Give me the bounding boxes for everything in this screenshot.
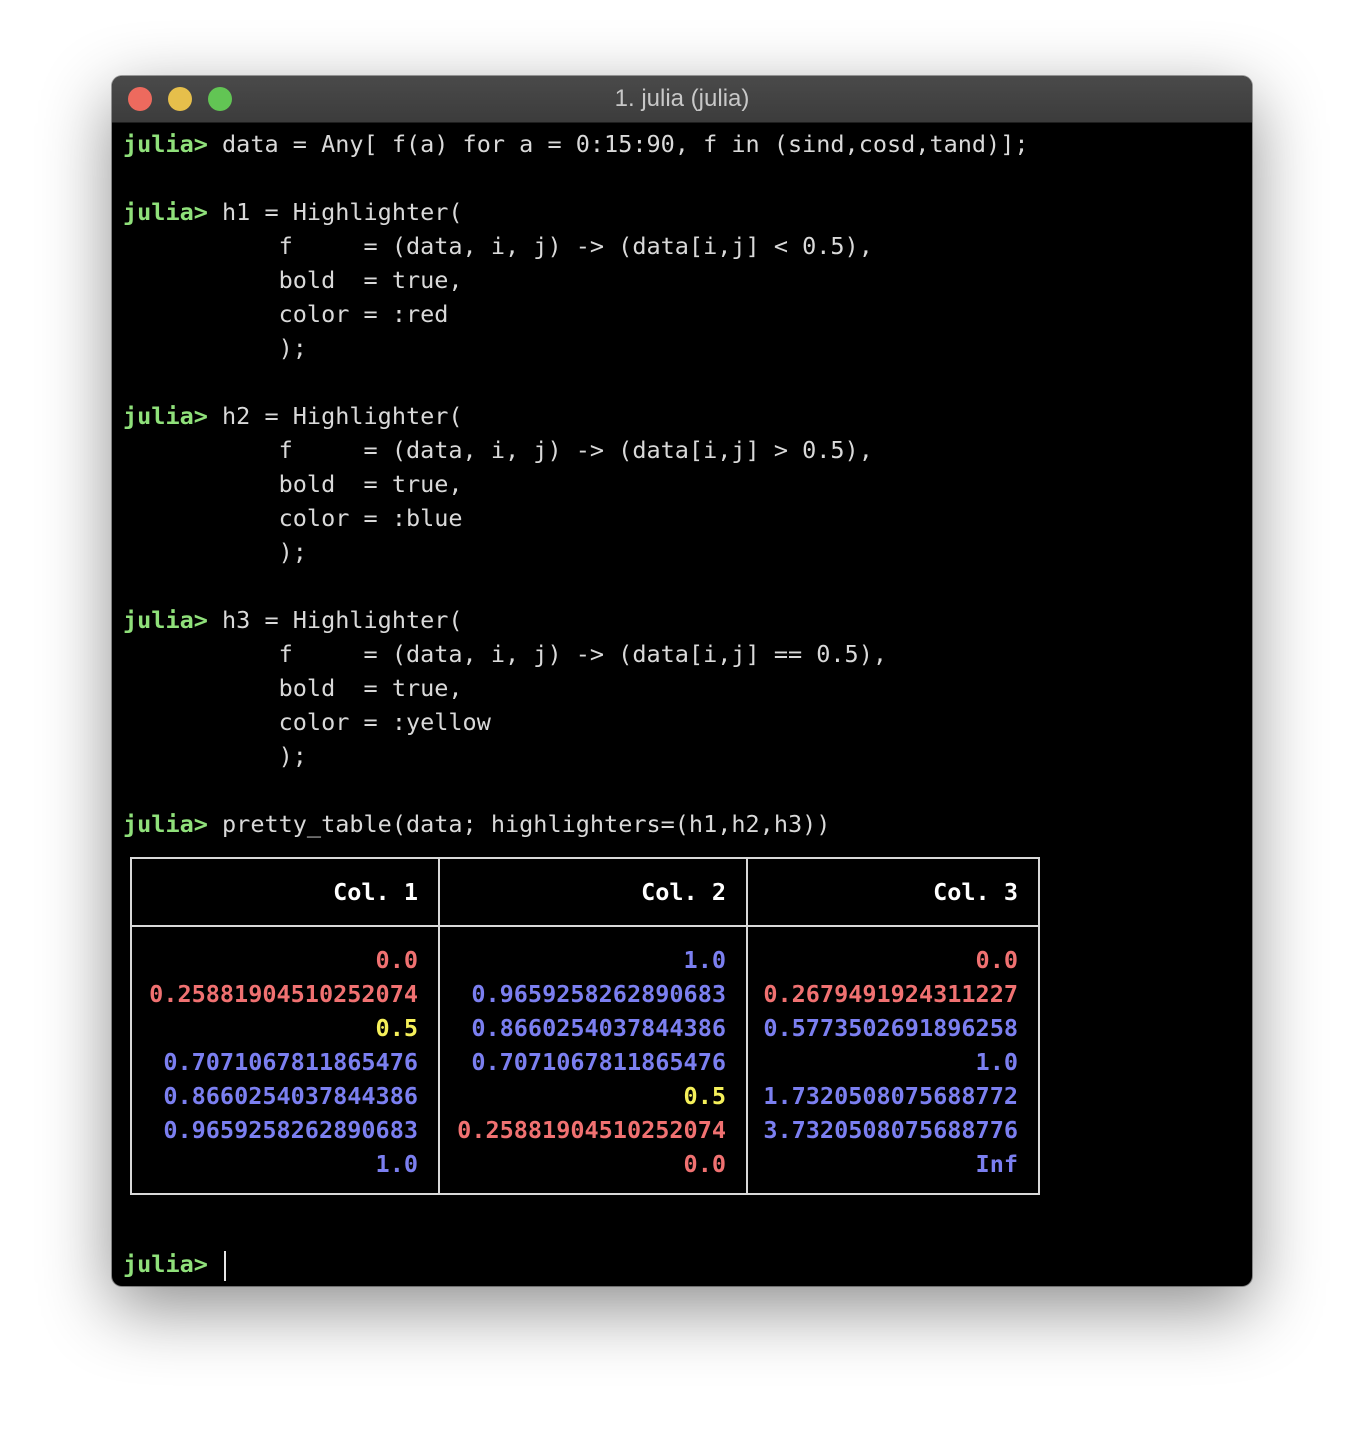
code-text: bold = true,	[123, 674, 463, 702]
window-title: 1. julia (julia)	[614, 85, 750, 112]
repl-input-line: julia> h1 = Highlighter(	[123, 195, 463, 229]
repl-continuation-line: );	[123, 331, 307, 365]
code-text: color = :red	[123, 300, 449, 328]
table-cell: 0.8660254037844386	[471, 1014, 726, 1042]
table-cell: Inf	[975, 1150, 1018, 1178]
table-cell: 1.0	[975, 1048, 1018, 1076]
table-cell: 0.8660254037844386	[163, 1082, 418, 1110]
repl-active-line[interactable]: julia>	[123, 1247, 227, 1281]
repl-prompt: julia>	[123, 810, 208, 838]
code-text: f = (data, i, j) -> (data[i,j] > 0.5),	[123, 436, 873, 464]
table-cell: 0.0	[683, 1150, 726, 1178]
pretty-table: Col. 1 0.0 0.25881904510252074 0.5 0.7071067…	[130, 857, 1040, 1195]
table-cell: 0.0	[375, 946, 418, 974]
table-cell: 1.7320508075688772	[763, 1082, 1018, 1110]
code-text: h1 = Highlighter(	[207, 198, 463, 226]
repl-continuation-line: f = (data, i, j) -> (data[i,j] > 0.5),	[123, 433, 873, 467]
table-cell: 3.7320508075688776	[763, 1116, 1018, 1144]
table-cell: 0.7071067811865476	[471, 1048, 726, 1076]
repl-continuation-line: );	[123, 739, 307, 773]
table-cell: 0.9659258262890683	[471, 980, 726, 1008]
table-cell: 0.25881904510252074	[149, 980, 418, 1008]
repl-prompt: julia>	[123, 606, 208, 634]
table-column: Col. 2 1.0 0.9659258262890683 0.86602540378…	[440, 859, 746, 1193]
code-text: h3 = Highlighter(	[207, 606, 463, 634]
table-column: Col. 1 0.0 0.25881904510252074 0.5 0.7071067…	[132, 859, 438, 1193]
table-cell: 1.0	[375, 1150, 418, 1178]
code-text: bold = true,	[123, 470, 463, 498]
table-cell: 0.0	[975, 946, 1018, 974]
code-text: data = Any[ f(a) for a = 0:15:90, f in (…	[207, 130, 1029, 158]
table-column-values: 0.0 0.2679491924311227 0.5773502691896258 1…	[763, 943, 1018, 1181]
code-text: );	[123, 742, 307, 770]
repl-continuation-line: bold = true,	[123, 671, 463, 705]
repl-continuation-line: color = :red	[123, 297, 449, 331]
table-cell: 0.5	[683, 1082, 726, 1110]
code-text: f = (data, i, j) -> (data[i,j] == 0.5),	[123, 640, 888, 668]
repl-continuation-line: color = :yellow	[123, 705, 491, 739]
table-cell: 0.7071067811865476	[163, 1048, 418, 1076]
table-header-cell: Col. 3	[933, 878, 1018, 906]
table-cell: 0.9659258262890683	[163, 1116, 418, 1144]
repl-prompt: julia>	[123, 130, 208, 158]
code-text: f = (data, i, j) -> (data[i,j] < 0.5),	[123, 232, 873, 260]
repl-continuation-line: );	[123, 535, 307, 569]
code-text: color = :blue	[123, 504, 463, 532]
terminal-window: 1. julia (julia) Col. 1 0.0 0.258819045102…	[112, 76, 1252, 1286]
table-header-cell: Col. 1	[333, 878, 418, 906]
table-column-values: 1.0 0.9659258262890683 0.8660254037844386 0…	[457, 943, 726, 1181]
repl-prompt: julia>	[123, 402, 208, 430]
code-text: );	[123, 334, 307, 362]
code-text: bold = true,	[123, 266, 463, 294]
repl-prompt: julia>	[123, 198, 208, 226]
table-cell: 0.5773502691896258	[763, 1014, 1018, 1042]
code-text: pretty_table(data; highlighters=(h1,h2,h…	[207, 810, 831, 838]
repl-input-line: julia> h2 = Highlighter(	[123, 399, 463, 433]
repl-input-line: julia> pretty_table(data; highlighters=(…	[123, 807, 830, 841]
table-cell: 0.2679491924311227	[763, 980, 1018, 1008]
code-text: );	[123, 538, 307, 566]
table-column: Col. 3 0.0 0.2679491924311227 0.57735026918…	[748, 859, 1038, 1193]
repl-prompt: julia>	[123, 1250, 208, 1278]
repl-continuation-line: bold = true,	[123, 263, 463, 297]
repl-continuation-line: f = (data, i, j) -> (data[i,j] == 0.5),	[123, 637, 887, 671]
table-header-cell: Col. 2	[641, 878, 726, 906]
table-column-values: 0.0 0.25881904510252074 0.5 0.7071067811865…	[149, 943, 418, 1181]
table-cell: 1.0	[683, 946, 726, 974]
repl-continuation-line: f = (data, i, j) -> (data[i,j] < 0.5),	[123, 229, 873, 263]
title-bar: 1. julia (julia)	[112, 76, 1252, 123]
repl-input-line: julia> data = Any[ f(a) for a = 0:15:90,…	[123, 127, 1029, 161]
repl-continuation-line: bold = true,	[123, 467, 463, 501]
repl-continuation-line: color = :blue	[123, 501, 463, 535]
code-text: color = :yellow	[123, 708, 491, 736]
table-cell: 0.5	[375, 1014, 418, 1042]
table-cell: 0.25881904510252074	[457, 1116, 726, 1144]
code-text: h2 = Highlighter(	[207, 402, 463, 430]
terminal-content[interactable]: Col. 1 0.0 0.25881904510252074 0.5 0.7071067…	[112, 123, 1252, 1286]
repl-input-line: julia> h3 = Highlighter(	[123, 603, 463, 637]
text-cursor	[224, 1250, 227, 1281]
